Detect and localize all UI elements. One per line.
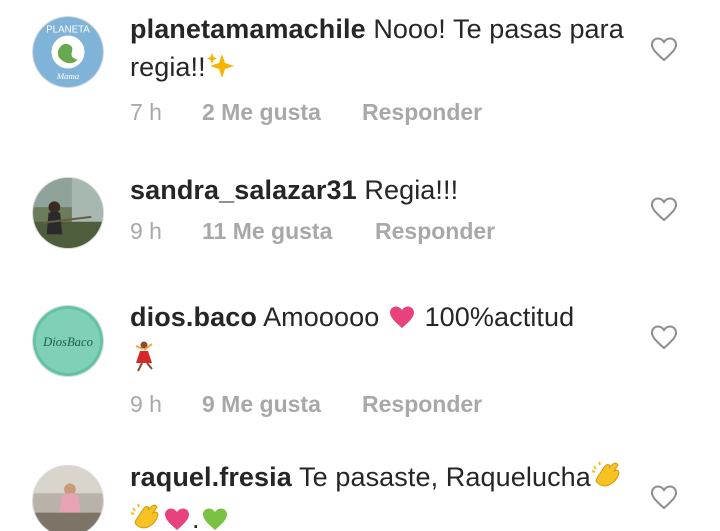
comment-text-2: 100%actitud	[424, 302, 575, 332]
likes-count[interactable]: 2 Me gusta	[202, 99, 362, 126]
comment-meta: 9 h 9 Me gusta Responder	[130, 391, 635, 418]
username-link[interactable]: planetamamachile	[130, 14, 366, 44]
comment-text: Amooooo	[263, 302, 380, 332]
reply-button[interactable]: Responder	[362, 391, 482, 418]
reply-button[interactable]: Responder	[375, 218, 495, 245]
raquel-photo	[33, 466, 103, 531]
svg-text:PLANETA: PLANETA	[46, 25, 90, 36]
svg-text:Mama: Mama	[56, 71, 80, 81]
like-heart-icon[interactable]	[650, 484, 678, 510]
comment-dot: .	[192, 504, 200, 531]
svg-text:DiosBaco: DiosBaco	[42, 335, 93, 349]
comment-text-block: sandra_salazar31 Regia!!!	[130, 171, 635, 209]
clapping-hands-icon	[130, 502, 162, 531]
avatar[interactable]: PLANETA Mama	[32, 16, 104, 88]
likes-count[interactable]: 11 Me gusta	[202, 218, 375, 245]
sandra-photo	[33, 178, 103, 248]
comment-time: 9 h	[130, 391, 162, 417]
comment-body: sandra_salazar31 Regia!!! 9 h 11 Me gust…	[130, 171, 635, 245]
comment-text: Te pasaste, Raquelucha	[299, 462, 591, 492]
comment-meta: 9 h 11 Me gusta Responder	[130, 218, 635, 245]
likes-count[interactable]: 9 Me gusta	[202, 391, 362, 418]
comment-text-block: planetamamachile Nooo! Te pasas para reg…	[130, 10, 635, 90]
like-heart-icon[interactable]	[650, 324, 678, 350]
reply-button[interactable]: Responder	[362, 99, 482, 126]
avatar[interactable]	[32, 177, 104, 249]
avatar[interactable]: DiosBaco	[32, 305, 104, 377]
avatar[interactable]	[32, 465, 104, 531]
green-heart-icon	[200, 504, 230, 531]
comment-body: dios.baco Amooooo 100%actitud 9 h 9 Me g…	[130, 298, 635, 418]
comment-body: planetamamachile Nooo! Te pasas para reg…	[130, 10, 635, 126]
comment-text: Regia!!!	[364, 175, 459, 205]
dios-baco-logo: DiosBaco	[33, 306, 103, 376]
comment-meta: 7 h 2 Me gusta Responder	[130, 99, 635, 126]
comment-text-block: raquel.fresia Te pasaste, Raquelucha .	[130, 458, 635, 531]
comment-time: 9 h	[130, 218, 162, 244]
comment-body: raquel.fresia Te pasaste, Raquelucha .	[130, 458, 635, 531]
username-link[interactable]: raquel.fresia	[130, 462, 292, 492]
like-heart-icon[interactable]	[650, 36, 678, 62]
comment-time: 7 h	[130, 99, 162, 125]
comment-list: PLANETA Mama planetamamachile Nooo! Te p…	[0, 0, 720, 531]
like-heart-icon[interactable]	[650, 196, 678, 222]
dancer-icon	[130, 340, 156, 382]
comment-text-block: dios.baco Amooooo 100%actitud	[130, 298, 635, 382]
planeta-mama-logo: PLANETA Mama	[33, 17, 103, 87]
pink-heart-icon	[387, 302, 417, 340]
username-link[interactable]: dios.baco	[130, 302, 257, 332]
username-link[interactable]: sandra_salazar31	[130, 175, 357, 205]
clapping-hands-icon	[591, 460, 623, 500]
sparkles-icon	[206, 52, 236, 90]
pink-heart-icon	[162, 504, 192, 531]
